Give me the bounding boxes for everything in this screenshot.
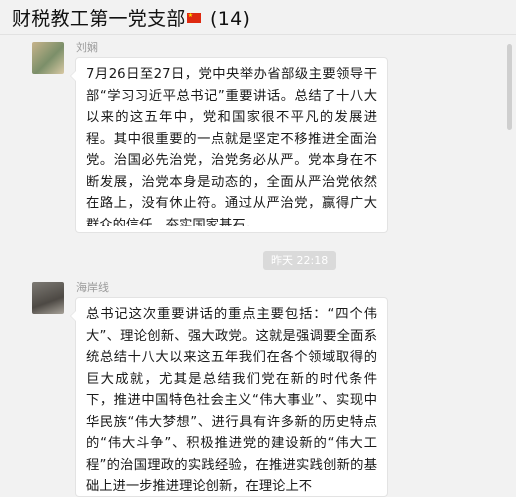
timestamp-badge: 昨天 22:18 [263,251,337,270]
sender-name: 刘娴 [76,41,98,54]
member-count: (14) [210,8,251,30]
avatar[interactable] [32,282,64,314]
message-bubble[interactable]: 总书记这次重要讲话的重点主要包括：“四个伟大”、理论创新、强大政党。这就是强调要… [70,297,388,497]
chat-header: 财税教工第一党支部 (14) [0,0,516,35]
message-bubble[interactable]: 7月26日至27日，党中央举办省部级主要领导干部“学习习近平总书记”重要讲话。总… [70,57,388,233]
avatar[interactable] [32,42,64,74]
message-text: 总书记这次重要讲话的重点主要包括：“四个伟大”、理论创新、强大政党。这就是强调要… [86,307,377,494]
china-flag-icon [186,10,201,23]
group-name: 财税教工第一党支部 [12,8,186,30]
message-text: 7月26日至27日，党中央举办省部级主要领导干部“学习习近平总书记”重要讲话。总… [86,67,377,226]
chat-title[interactable]: 财税教工第一党支部 (14) [12,4,250,31]
scrollbar[interactable] [507,44,512,130]
sender-name: 海岸线 [76,281,109,294]
